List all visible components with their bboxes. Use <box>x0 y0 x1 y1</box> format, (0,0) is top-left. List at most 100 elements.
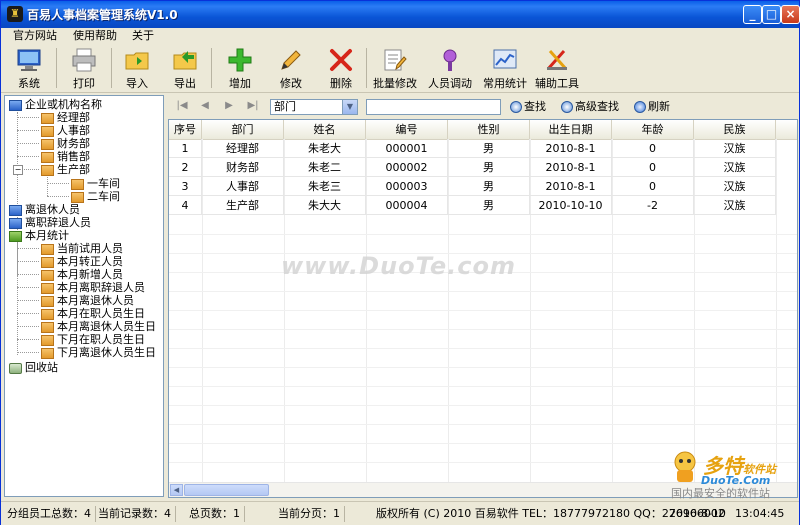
batch-edit-button[interactable]: 批量修改 <box>367 44 423 91</box>
close-button[interactable]: × <box>781 5 800 24</box>
delete-button[interactable]: 删除 <box>315 44 367 91</box>
tree-line <box>47 175 48 196</box>
scroll-left-arrow[interactable]: ◀ <box>170 484 183 496</box>
tree-line <box>17 313 39 314</box>
table-cell: 0 <box>612 139 694 158</box>
department-tree[interactable]: − 企业或机构名称 经理部 人事部 财务部 销售部 生产部 一车间 二车间 离退… <box>4 95 164 497</box>
tree-item-label: 离职辞退人员 <box>25 216 91 229</box>
folder-icon <box>41 321 54 333</box>
scroll-thumb[interactable] <box>184 484 269 496</box>
tree-item-stat[interactable]: 本月离退休人员生日 <box>41 320 156 333</box>
tree-item-workshop[interactable]: 二车间 <box>71 190 120 203</box>
menu-official-site[interactable]: 官方网站 <box>13 28 57 44</box>
folder-icon <box>41 334 54 346</box>
folder-icon <box>41 256 54 268</box>
print-button[interactable]: 打印 <box>58 44 110 91</box>
toolbar-separator <box>56 48 57 88</box>
tree-item-recycle-bin[interactable]: 回收站 <box>9 361 58 374</box>
refresh-button[interactable]: 刷新 <box>634 98 670 116</box>
tree-item-stat[interactable]: 本月转正人员 <box>41 255 123 268</box>
table-cell: 000001 <box>366 139 448 158</box>
status-total-pages: 总页数：1 <box>189 506 245 522</box>
add-button[interactable]: 增加 <box>214 44 266 91</box>
maximize-button[interactable]: □ <box>762 5 781 24</box>
menu-about[interactable]: 关于 <box>132 28 154 44</box>
table-cell: 1 <box>169 139 202 158</box>
tree-item-stat[interactable]: 下月在职人员生日 <box>41 333 145 346</box>
last-page-button[interactable]: ▶| <box>245 98 261 114</box>
edit-button[interactable]: 修改 <box>265 44 317 91</box>
tree-item-stat[interactable]: 当前试用人员 <box>41 242 123 255</box>
chevron-down-icon[interactable]: ▼ <box>342 100 357 114</box>
tree-item-retired[interactable]: 离退休人员 <box>9 203 80 216</box>
table-row[interactable]: 4 生产部 朱大大 000004 男 2010-10-10 -2 汉族 <box>169 196 797 215</box>
search-input[interactable] <box>366 99 501 115</box>
tree-item-dept[interactable]: 人事部 <box>41 124 90 137</box>
export-button[interactable]: 导出 <box>159 44 211 91</box>
folder-icon <box>41 164 54 176</box>
table-cell: 2010-8-1 <box>530 158 612 177</box>
employee-table[interactable]: 序号 部门 姓名 编号 性别 出生日期 年龄 民族 1 经理部 朱老大 0000… <box>168 119 798 498</box>
tree-item-label: 当前试用人员 <box>57 242 123 255</box>
tree-item-monthly-stats[interactable]: 本月统计 <box>9 229 69 242</box>
tree-line <box>47 196 69 197</box>
tools-button[interactable]: 辅助工具 <box>529 44 585 91</box>
tree-item-stat[interactable]: 下月离退休人员生日 <box>41 346 156 359</box>
tree-item-workshop[interactable]: 一车间 <box>71 177 120 190</box>
import-button[interactable]: 导入 <box>111 44 163 91</box>
table-cell: 汉族 <box>694 177 776 196</box>
statistics-button[interactable]: 常用统计 <box>477 44 533 91</box>
folder-icon <box>41 151 54 163</box>
collapse-toggle[interactable]: − <box>13 165 23 175</box>
advanced-search-label: 高级查找 <box>575 100 619 113</box>
tree-item-label: 生产部 <box>57 163 90 176</box>
table-row[interactable]: 2 财务部 朱老二 000002 男 2010-8-1 0 汉族 <box>169 158 797 177</box>
table-cell: 朱老大 <box>284 139 366 158</box>
tree-item-dept[interactable]: 财务部 <box>41 137 90 150</box>
tree-item-stat[interactable]: 本月在职人员生日 <box>41 307 145 320</box>
table-cell: 3 <box>169 177 202 196</box>
tools-label: 辅助工具 <box>535 77 579 90</box>
search-bar: |◀ ◀ ▶ ▶| 部门 ▼ 查找 高级查找 刷新 <box>168 95 798 117</box>
tree-line <box>17 117 39 118</box>
table-cell: 汉族 <box>694 139 776 158</box>
tree-line <box>17 248 39 249</box>
tree-item-label: 本月离职辞退人员 <box>57 281 145 294</box>
table-cell: 生产部 <box>202 196 284 215</box>
next-page-button[interactable]: ▶ <box>221 98 237 114</box>
table-row[interactable]: 3 人事部 朱老三 000003 男 2010-8-1 0 汉族 <box>169 177 797 196</box>
search-button[interactable]: 查找 <box>510 98 546 116</box>
folder-icon <box>41 282 54 294</box>
tree-root[interactable]: 企业或机构名称 <box>9 98 102 111</box>
system-button[interactable]: 系统 <box>3 44 55 91</box>
table-cell: 男 <box>448 196 530 215</box>
tree-item-label: 经理部 <box>57 111 90 124</box>
tree-item-dept[interactable]: 销售部 <box>41 150 90 163</box>
tree-line <box>17 352 39 353</box>
tree-item-resigned[interactable]: 离职辞退人员 <box>9 216 91 229</box>
department-select[interactable]: 部门 ▼ <box>270 99 358 115</box>
tree-item-dept[interactable]: 生产部 <box>41 163 90 176</box>
transfer-button[interactable]: 人员调动 <box>422 44 478 91</box>
tree-item-stat[interactable]: 本月离职辞退人员 <box>41 281 145 294</box>
table-cell: 朱大大 <box>284 196 366 215</box>
app-icon: ♜ <box>7 6 23 22</box>
first-page-button[interactable]: |◀ <box>174 98 190 114</box>
add-label: 增加 <box>229 77 251 90</box>
tools-icon <box>546 50 568 70</box>
tree-line <box>17 287 39 288</box>
search-button-label: 查找 <box>524 100 546 113</box>
tree-item-dept[interactable]: 经理部 <box>41 111 90 124</box>
title-bar[interactable]: ♜ 百易人事档案管理系统V1.0 _ □ × <box>1 1 800 28</box>
import-folder-icon <box>125 52 149 70</box>
tree-item-stat[interactable]: 本月新增人员 <box>41 268 123 281</box>
window-title: 百易人事档案管理系统V1.0 <box>27 8 178 22</box>
minimize-button[interactable]: _ <box>743 5 762 24</box>
prev-page-button[interactable]: ◀ <box>197 98 213 114</box>
menu-help[interactable]: 使用帮助 <box>73 28 117 44</box>
status-time: 13:04:45 <box>735 507 785 520</box>
table-row[interactable]: 1 经理部 朱老大 000001 男 2010-8-1 0 汉族 <box>169 139 797 158</box>
tree-item-stat[interactable]: 本月离退休人员 <box>41 294 134 307</box>
table-cell: 汉族 <box>694 196 776 215</box>
advanced-search-button[interactable]: 高级查找 <box>561 98 619 116</box>
